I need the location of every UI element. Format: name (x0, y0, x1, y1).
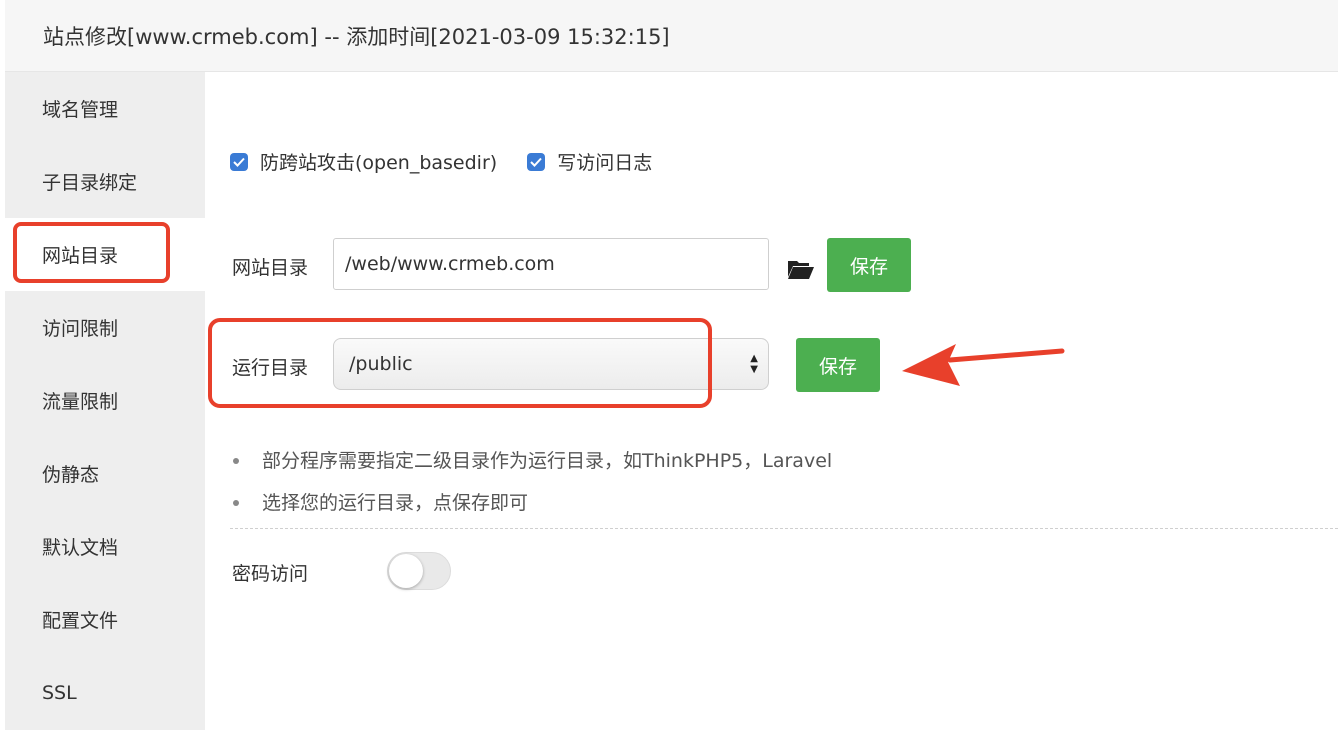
anti-xss-label: 防跨站攻击(open_basedir) (260, 152, 498, 174)
sidebar-item-traffic-limit[interactable]: 流量限制 (5, 364, 205, 437)
toggle-knob (389, 554, 423, 588)
annotation-arrow-icon (902, 344, 1065, 386)
password-access-label: 密码访问 (232, 563, 309, 585)
run-dir-label: 运行目录 (232, 357, 309, 379)
access-log-label: 写访问日志 (557, 152, 653, 174)
sidebar-item-ssl[interactable]: SSL (5, 656, 205, 729)
run-dir-select[interactable]: /public ▲ ▼ (333, 338, 769, 390)
dialog-title: 站点修改[www.crmeb.com] -- 添加时间[2021-03-09 1… (5, 0, 1338, 72)
anti-xss-checkbox[interactable] (230, 152, 248, 171)
sidebar-item-default-doc[interactable]: 默认文档 (5, 510, 205, 583)
sidebar-item-subdir-binding[interactable]: 子目录绑定 (5, 145, 205, 218)
sidebar-item-rewrite[interactable]: 伪静态 (5, 437, 205, 510)
password-access-toggle[interactable] (387, 552, 451, 590)
run-dir-selected-value: /public (349, 353, 413, 375)
checkmark-icon (233, 157, 245, 167)
options-row: 防跨站攻击(open_basedir) 写访问日志 (230, 148, 682, 175)
sidebar-item-domain[interactable]: 域名管理 (5, 72, 205, 145)
checkmark-icon (530, 157, 542, 167)
divider (230, 528, 1338, 529)
site-dir-label: 网站目录 (232, 257, 309, 279)
select-arrows-icon: ▲ ▼ (750, 353, 758, 375)
access-log-checkbox[interactable] (527, 152, 546, 171)
folder-open-icon[interactable] (787, 258, 815, 280)
site-dir-save-button[interactable]: 保存 (827, 238, 911, 292)
sidebar-item-site-directory[interactable]: 网站目录 (5, 218, 205, 291)
sidebar-item-config-file[interactable]: 配置文件 (5, 583, 205, 656)
sidebar-item-access-limit[interactable]: 访问限制 (5, 291, 205, 364)
tips-list: 部分程序需要指定二级目录作为运行目录，如ThinkPHP5，Laravel 选择… (230, 443, 832, 527)
run-dir-save-button[interactable]: 保存 (796, 338, 880, 392)
sidebar: 域名管理 子目录绑定 网站目录 访问限制 流量限制 伪静态 默认文档 配置文件 … (5, 72, 205, 730)
site-modify-dialog: 站点修改[www.crmeb.com] -- 添加时间[2021-03-09 1… (0, 0, 1343, 730)
site-dir-input[interactable]: /web/www.crmeb.com (333, 238, 769, 290)
tip-item: 部分程序需要指定二级目录作为运行目录，如ThinkPHP5，Laravel (230, 443, 832, 485)
main-panel: 防跨站攻击(open_basedir) 写访问日志 网站目录 /web/www.… (205, 72, 1338, 730)
tip-item: 选择您的运行目录，点保存即可 (230, 485, 832, 527)
